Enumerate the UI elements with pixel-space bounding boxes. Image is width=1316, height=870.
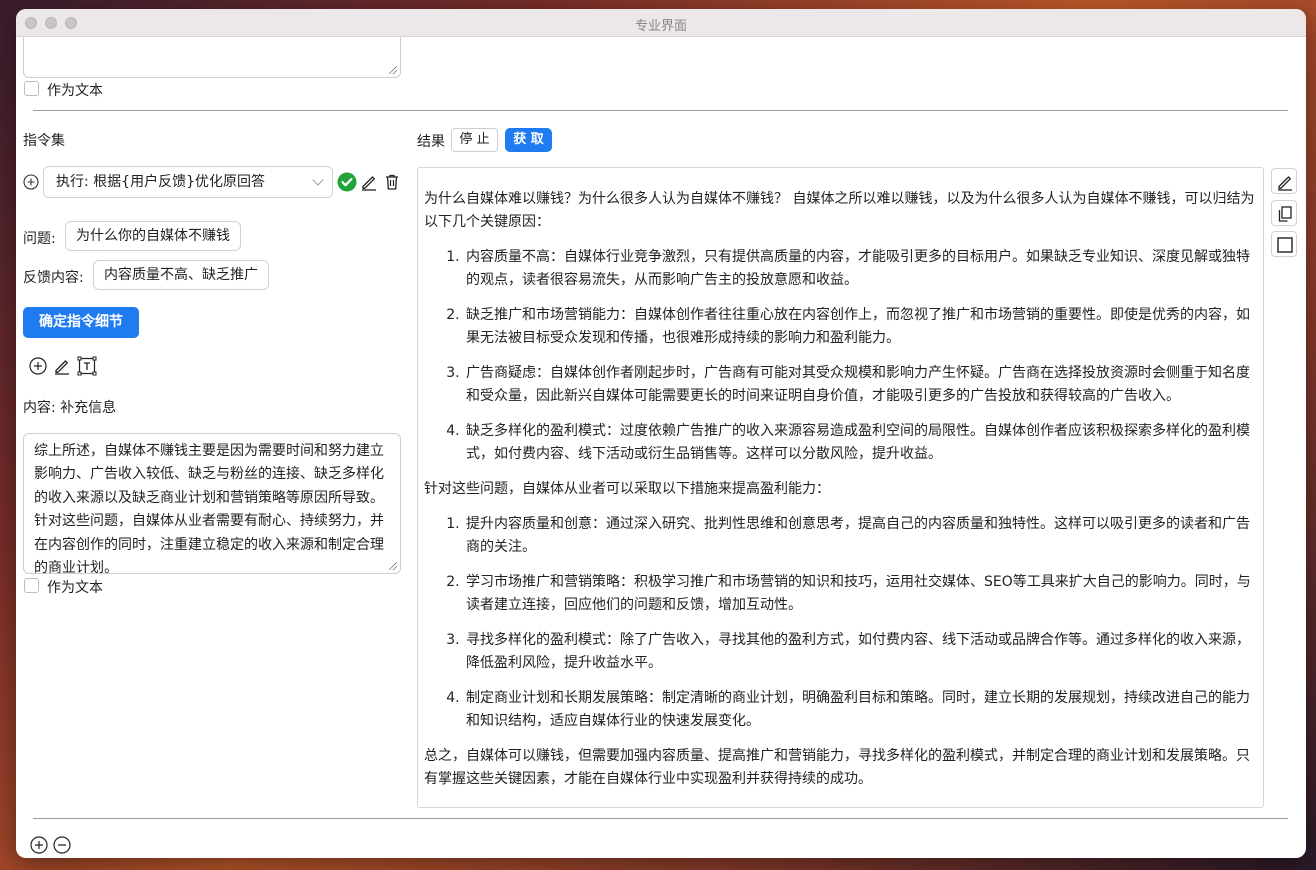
content-label: 内容: 补充信息 <box>23 400 117 416</box>
list-item: 学习市场推广和营销策略：积极学习推广和市场营销的知识和技巧，运用社交媒体、SEO… <box>464 571 1257 617</box>
resize-grip[interactable] <box>389 562 397 570</box>
measures-intro: 针对这些问题，自媒体从业者可以采取以下措施来提高盈利能力： <box>424 481 830 497</box>
command-select-value: 执行: 根据{用户反馈}优化原回答 <box>56 174 265 190</box>
resize-grip[interactable] <box>389 66 397 74</box>
list-item: 缺乏多样化的盈利模式：过度依赖广告推广的收入来源容易造成盈利空间的局限性。自媒体… <box>464 420 1257 466</box>
top-as-text-label: 作为文本 <box>47 83 103 99</box>
result-intro: 为什么自媒体难以赚钱？为什么很多人认为自媒体不赚钱？ 自媒体之所以难以赚钱，以及… <box>424 191 1255 230</box>
square-button[interactable] <box>1271 231 1297 257</box>
pencil-icon <box>1278 176 1292 191</box>
content-text: 综上所述，自媒体不赚钱主要是因为需要时间和努力建立影响力、广告收入较低、缺乏与粉… <box>34 443 384 574</box>
copy-icon <box>1278 206 1292 222</box>
feedback-label: 反馈内容: <box>23 270 84 286</box>
text-box-icon[interactable] <box>77 356 97 376</box>
instruction-set-heading: 指令集 <box>23 133 65 149</box>
pencil-icon[interactable] <box>53 357 71 375</box>
window-title: 专业界面 <box>634 19 687 34</box>
content-textarea[interactable]: 综上所述，自媒体不赚钱主要是因为需要时间和努力建立影响力、广告收入较低、缺乏与粉… <box>23 433 401 574</box>
list-item: 提升内容质量和创意：通过深入研究、批判性思维和创意思考，提高自己的内容质量和独特… <box>464 513 1257 559</box>
fetch-button[interactable]: 获 取 <box>505 128 552 152</box>
result-conclusion: 总之，自媒体可以赚钱，但需要加强内容质量、提高推广和营销能力，寻找多样化的盈利模… <box>424 748 1250 787</box>
plus-circle-icon[interactable] <box>30 836 48 854</box>
divider-top <box>33 110 1288 111</box>
trash-icon[interactable] <box>383 173 401 191</box>
list-item: 内容质量不高：自媒体行业竞争激烈，只有提供高质量的内容，才能吸引更多的目标用户。… <box>464 246 1257 292</box>
minus-circle-icon[interactable] <box>53 836 71 854</box>
list-item: 寻找多样化的盈利模式：除了广告收入，寻找其他的盈利方式，如付费内容、线下活动或品… <box>464 629 1257 675</box>
plus-circle-icon[interactable] <box>29 357 47 375</box>
square-icon <box>1277 237 1293 253</box>
stop-button[interactable]: 停 止 <box>451 128 498 152</box>
app-window: 专业界面 作为文本 指令集 执行: 根据{用户反馈}优化原回答 问题: 为什么你… <box>16 9 1306 858</box>
pencil-icon[interactable] <box>360 173 378 191</box>
feedback-value[interactable]: 内容质量不高、缺乏推广 <box>93 260 269 290</box>
result-label: 结果 <box>417 134 445 150</box>
measures-list: 提升内容质量和创意：通过深入研究、批判性思维和创意思考，提高自己的内容质量和独特… <box>424 513 1257 733</box>
question-value[interactable]: 为什么你的自媒体不赚钱 <box>65 221 241 251</box>
add-instruction-icon[interactable] <box>23 174 39 190</box>
edit-result-button[interactable] <box>1271 168 1297 194</box>
list-item: 制定商业计划和长期发展策略：制定清晰的商业计划，明确盈利目标和策略。同时，建立长… <box>464 687 1257 733</box>
confirm-instruction-button[interactable]: 确定指令细节 <box>23 307 139 338</box>
divider-bottom <box>33 818 1288 819</box>
reasons-list: 内容质量不高：自媒体行业竞争激烈，只有提供高质量的内容，才能吸引更多的目标用户。… <box>424 246 1257 466</box>
result-panel[interactable]: 为什么自媒体难以赚钱？为什么很多人认为自媒体不赚钱？ 自媒体之所以难以赚钱，以及… <box>417 167 1264 808</box>
check-circle-icon[interactable] <box>337 172 357 192</box>
top-as-text-checkbox[interactable] <box>24 81 39 96</box>
copy-result-button[interactable] <box>1271 200 1297 226</box>
list-item: 缺乏推广和市场营销能力：自媒体创作者往往重心放在内容创作上，而忽视了推广和市场营… <box>464 304 1257 350</box>
as-text-checkbox[interactable] <box>24 578 39 593</box>
list-item: 广告商疑虑：自媒体创作者刚起步时，广告商有可能对其受众规模和影响力产生怀疑。广告… <box>464 362 1257 408</box>
command-select[interactable]: 执行: 根据{用户反馈}优化原回答 <box>43 166 333 198</box>
top-content-textarea[interactable] <box>23 37 401 78</box>
as-text-label: 作为文本 <box>47 580 103 596</box>
title-bar: 专业界面 <box>16 9 1306 37</box>
chevron-down-icon <box>312 174 324 186</box>
question-label: 问题: <box>23 231 56 247</box>
